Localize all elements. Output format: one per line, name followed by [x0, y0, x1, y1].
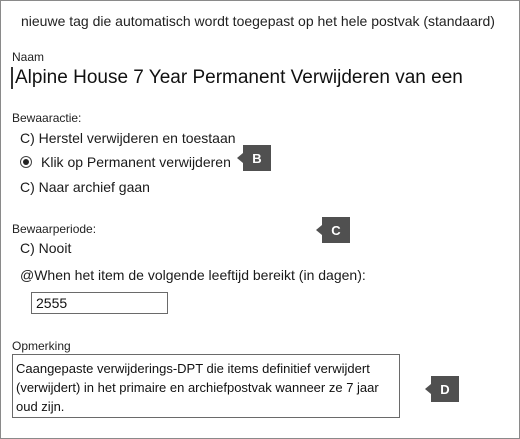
days-input[interactable]: 2555	[31, 292, 168, 314]
default-tag-description: nieuwe tag die automatisch wordt toegepa…	[21, 13, 495, 29]
comment-textarea[interactable]: Caangepaste verwijderings-DPT die items …	[12, 354, 400, 418]
option-restore-delete[interactable]: C) Herstel verwijderen en toestaan	[20, 130, 236, 146]
option-restore-delete-label: C) Herstel verwijderen en toestaan	[20, 130, 236, 146]
option-permanent-delete[interactable]: Klik op Permanent verwijderen	[20, 154, 231, 170]
option-never-label: C) Nooit	[20, 240, 72, 256]
comment-label: Opmerking	[12, 339, 71, 353]
retention-tag-dialog: nieuwe tag die automatisch wordt toegepa…	[0, 0, 520, 439]
option-move-to-archive-label: C) Naar archief gaan	[20, 179, 150, 195]
option-age-days[interactable]: @When het item de volgende leeftijd bere…	[20, 267, 366, 283]
option-permanent-delete-label: Klik op Permanent verwijderen	[41, 154, 231, 170]
callout-d: D	[425, 376, 459, 402]
retention-action-label: Bewaaractie:	[12, 111, 82, 125]
name-input[interactable]: Alpine House 7 Year Permanent Verwijdere…	[11, 65, 510, 91]
option-never[interactable]: C) Nooit	[20, 240, 71, 256]
callout-b: B	[237, 145, 271, 171]
option-move-to-archive[interactable]: C) Naar archief gaan	[20, 179, 150, 195]
radio-selected-icon[interactable]	[20, 156, 32, 168]
callout-c: C	[316, 217, 350, 243]
name-label: Naam	[12, 50, 45, 64]
option-age-days-label: @When het item de volgende leeftijd bere…	[20, 267, 366, 283]
retention-period-label: Bewaarperiode:	[12, 222, 97, 236]
